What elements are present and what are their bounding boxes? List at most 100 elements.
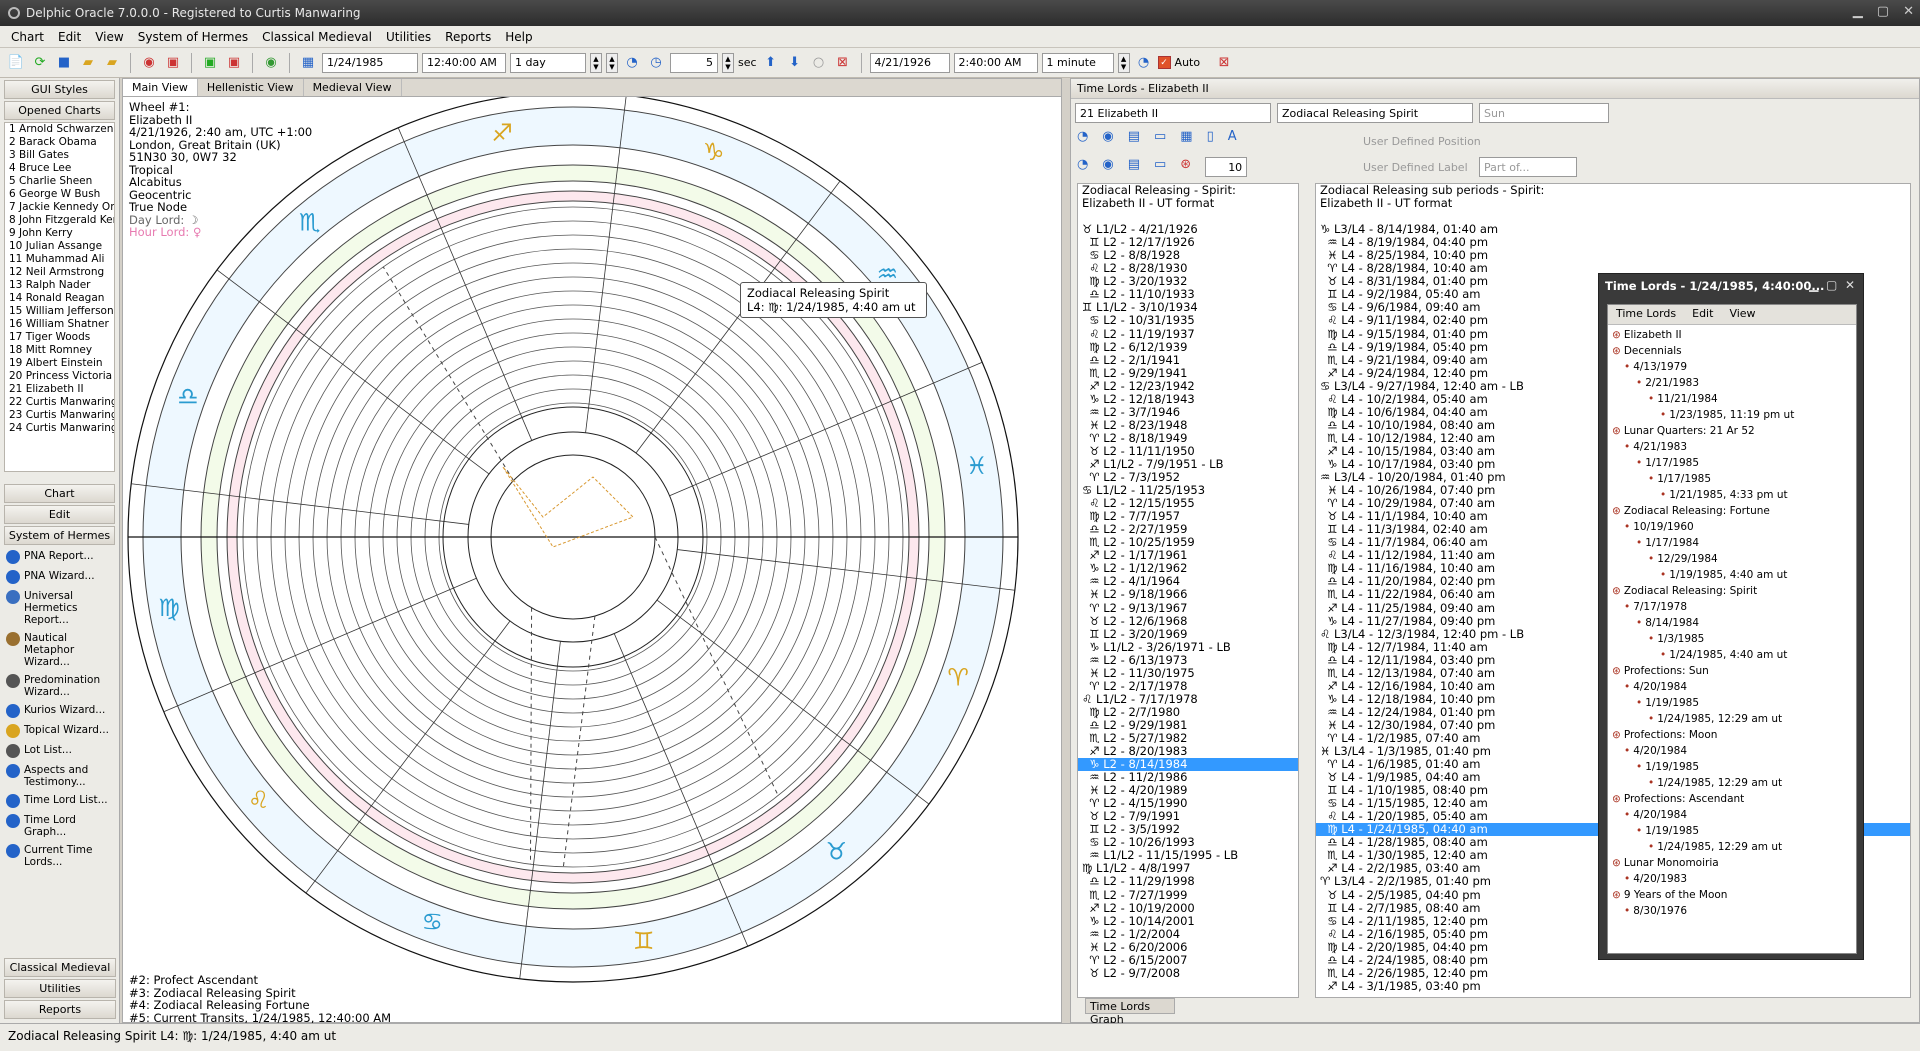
- period-row[interactable]: ♈ L2 - 9/13/1967: [1078, 601, 1298, 615]
- tree-node[interactable]: • 1/24/1985, 12:29 am ut: [1612, 839, 1852, 855]
- tree-node[interactable]: • 4/21/1983: [1612, 439, 1852, 455]
- calendar-icon[interactable]: ▦: [298, 53, 318, 73]
- tree-node[interactable]: ⊛ Zodiacal Releasing: Fortune: [1612, 503, 1852, 519]
- chart-list-item[interactable]: 10 Julian Assange: [5, 240, 114, 253]
- tree-node[interactable]: • 1/19/1985: [1612, 759, 1852, 775]
- tree-node[interactable]: • 11/21/1984: [1612, 391, 1852, 407]
- time-lords-tree[interactable]: ⊛ Elizabeth II ⊛ Decennials • 4/13/1979 • 2/21/…: [1608, 325, 1856, 921]
- natal-date-input[interactable]: 4/21/1926: [869, 52, 950, 73]
- tree-node[interactable]: • 4/13/1979: [1612, 359, 1852, 375]
- step-back-icon[interactable]: ⬇: [785, 53, 805, 73]
- period-row[interactable]: ♎ L2 - 11/29/1998: [1078, 875, 1298, 888]
- chart-list-item[interactable]: 8 John Fitzgerald Kenr: [5, 214, 114, 227]
- period-row[interactable]: ♏ L2 - 7/27/1999: [1078, 888, 1298, 902]
- tree-node[interactable]: • 4/20/1984: [1612, 807, 1852, 823]
- stop-radio-icon[interactable]: ○: [809, 53, 829, 73]
- tree-node[interactable]: • 8/30/1976: [1612, 903, 1852, 919]
- calendar-icon[interactable]: ▦: [1180, 129, 1192, 144]
- popup-menu-view[interactable]: View: [1721, 305, 1763, 324]
- print-icon[interactable]: ▭: [1154, 157, 1166, 177]
- period-row[interactable]: ♓ L2 - 8/23/1948: [1078, 418, 1298, 432]
- period-row[interactable]: ♌ L1/L2 - 7/17/1978: [1078, 692, 1298, 706]
- period-row[interactable]: ♓ L2 - 11/30/1975: [1078, 666, 1298, 680]
- globe-icon[interactable]: ◉: [139, 53, 159, 73]
- chart-list-item[interactable]: 12 Neil Armstrong: [5, 266, 114, 279]
- graph-icon[interactable]: ◔: [1077, 157, 1088, 177]
- tree-node[interactable]: • 7/17/1978: [1612, 599, 1852, 615]
- tree-node[interactable]: • 10/19/1960: [1612, 519, 1852, 535]
- group-utilities[interactable]: Utilities: [4, 979, 116, 998]
- chart-list-item[interactable]: 22 Curtis Manwaring: [5, 396, 114, 409]
- chart-list-item[interactable]: 17 Tiger Woods: [5, 331, 114, 344]
- group-system-of-hermes[interactable]: System of Hermes: [4, 526, 115, 545]
- tree-node[interactable]: • 4/20/1983: [1612, 871, 1852, 887]
- tree-node[interactable]: • 1/24/1985, 4:40 am ut: [1612, 647, 1852, 663]
- open-folder-icon[interactable]: ▰: [78, 53, 98, 73]
- group-chart[interactable]: Chart: [4, 484, 115, 503]
- period-row[interactable]: ♋ L2 - 10/31/1935: [1078, 314, 1298, 327]
- zr-periods-list[interactable]: Zodiacal Releasing - Spirit: Elizabeth II…: [1077, 183, 1299, 998]
- natal-step-select[interactable]: 1 minute: [1041, 52, 1114, 73]
- menu-chart[interactable]: Chart: [4, 30, 51, 44]
- tree-node[interactable]: • 1/17/1985: [1612, 471, 1852, 487]
- atlas-icon[interactable]: ◉: [261, 53, 281, 73]
- transit-step-select[interactable]: 1 day: [510, 52, 586, 73]
- period-row[interactable]: ♎ L2 - 9/29/1981: [1078, 718, 1298, 732]
- chart-list-item[interactable]: 21 Elizabeth II: [5, 383, 114, 396]
- tree-node[interactable]: • 12/29/1984: [1612, 551, 1852, 567]
- gui-styles-header[interactable]: GUI Styles: [4, 80, 115, 99]
- chart-list-item[interactable]: 14 Ronald Reagan: [5, 292, 114, 305]
- transit-time-input[interactable]: 12:40:00 AM: [422, 52, 506, 73]
- chart-list-item[interactable]: 3 Bill Gates: [5, 149, 114, 162]
- font-icon[interactable]: A: [1228, 129, 1237, 144]
- tab-time-lords-graph[interactable]: Time Lords Graph: [1085, 998, 1175, 1026]
- chart-list-item[interactable]: 16 William Shatner: [5, 318, 114, 331]
- tool-item[interactable]: Time Lord Graph...: [0, 811, 119, 841]
- period-row[interactable]: ♐ L4 - 3/1/1985, 03:40 pm: [1316, 979, 1910, 993]
- popup-minimize-icon[interactable]: ▁: [1809, 278, 1818, 292]
- tree-node[interactable]: • 1/19/1985: [1612, 823, 1852, 839]
- chart-list-item[interactable]: 11 Muhammad Ali: [5, 253, 114, 266]
- delete-chart-icon[interactable]: ▣: [163, 53, 183, 73]
- period-row[interactable]: ♓ L2 - 9/18/1966: [1078, 588, 1298, 601]
- natal-time-input[interactable]: 2:40:00 AM: [953, 52, 1038, 73]
- period-row[interactable]: ♏ L4 - 2/26/1985, 12:40 pm: [1316, 966, 1910, 980]
- menu-edit[interactable]: Edit: [51, 30, 88, 44]
- period-row[interactable]: ♓ L2 - 6/20/2006: [1078, 940, 1298, 954]
- group-reports[interactable]: Reports: [4, 1000, 116, 1019]
- period-row[interactable]: ♉ L2 - 9/7/2008: [1078, 966, 1298, 980]
- chart-list-item[interactable]: 1 Arnold Schwarzeneg: [5, 123, 114, 136]
- tool-item[interactable]: Aspects and Testimony...: [0, 761, 119, 791]
- tree-node[interactable]: • 1/24/1985, 12:29 am ut: [1612, 711, 1852, 727]
- period-row[interactable]: ♑ L1/L2 - 3/26/1971 - LB: [1078, 640, 1298, 654]
- popup-menu-edit[interactable]: Edit: [1684, 305, 1721, 324]
- graph-icon[interactable]: ◔: [1077, 129, 1088, 144]
- chart-list-item[interactable]: 19 Albert Einstein: [5, 357, 114, 370]
- period-spinner[interactable]: 10: [1205, 157, 1248, 177]
- period-row[interactable]: ♒ L2 - 6/13/1973: [1078, 653, 1298, 667]
- group-classical-medieval[interactable]: Classical Medieval: [4, 958, 116, 977]
- menu-help[interactable]: Help: [498, 30, 539, 44]
- tab-medieval-view[interactable]: Medieval View: [304, 79, 402, 96]
- chart-list-item[interactable]: 23 Curtis Manwaring L: [5, 409, 114, 422]
- method-select[interactable]: Zodiacal Releasing Spirit: [1277, 103, 1473, 123]
- tree-node[interactable]: • 1/17/1985: [1612, 455, 1852, 471]
- period-row[interactable]: ♍ L2 - 6/12/1939: [1078, 340, 1298, 354]
- folder-icon[interactable]: ▰: [102, 53, 122, 73]
- tab-main-view[interactable]: Main View: [123, 79, 198, 96]
- period-row[interactable]: ♌ L2 - 11/19/1937: [1078, 327, 1298, 341]
- planet-select[interactable]: Sun: [1479, 103, 1609, 123]
- menu-system-of-hermes[interactable]: System of Hermes: [131, 30, 255, 44]
- udl-input[interactable]: Part of...: [1479, 157, 1577, 177]
- period-row[interactable]: ♈ L2 - 2/17/1978: [1078, 679, 1298, 693]
- step-forward-icon[interactable]: ⬆: [761, 53, 781, 73]
- new-chart-icon[interactable]: 📄: [6, 53, 26, 73]
- tree-node[interactable]: ⊛ Zodiacal Releasing: Spirit: [1612, 583, 1852, 599]
- chart-list-item[interactable]: 2 Barack Obama: [5, 136, 114, 149]
- period-row[interactable]: ♏ L2 - 9/29/1941: [1078, 366, 1298, 380]
- step-spinner[interactable]: ▲ ▼: [590, 52, 602, 73]
- transit-date-input[interactable]: 1/24/1985: [322, 52, 418, 73]
- animate-icon[interactable]: ◔: [622, 53, 642, 73]
- period-row[interactable]: ♒ L2 - 1/2/2004: [1078, 927, 1298, 941]
- tool-item[interactable]: Kurios Wizard...: [0, 701, 119, 721]
